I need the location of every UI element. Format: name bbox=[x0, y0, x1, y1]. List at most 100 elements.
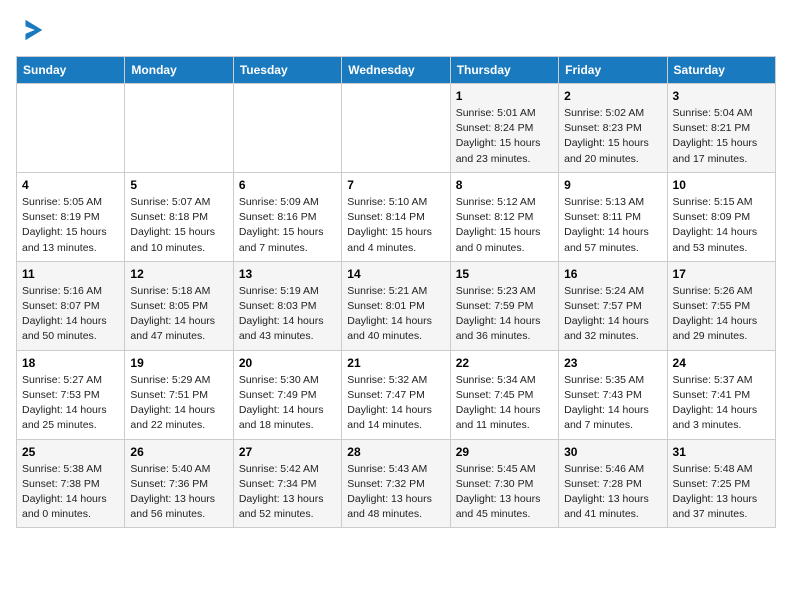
day-number: 26 bbox=[130, 445, 227, 459]
day-number: 16 bbox=[564, 267, 661, 281]
day-info: Sunrise: 5:32 AM Sunset: 7:47 PM Dayligh… bbox=[347, 373, 444, 434]
day-number: 12 bbox=[130, 267, 227, 281]
day-info: Sunrise: 5:38 AM Sunset: 7:38 PM Dayligh… bbox=[22, 462, 119, 523]
day-number: 3 bbox=[673, 89, 770, 103]
calendar-week-row: 1 Sunrise: 5:01 AM Sunset: 8:24 PM Daylig… bbox=[17, 84, 776, 173]
calendar-cell: 31 Sunrise: 5:48 AM Sunset: 7:25 PM Dayli… bbox=[667, 439, 775, 528]
calendar-week-row: 25Sunrise: 5:38 AM Sunset: 7:38 PM Dayli… bbox=[17, 439, 776, 528]
calendar-cell: 7 Sunrise: 5:10 AM Sunset: 8:14 PM Daylig… bbox=[342, 172, 450, 261]
weekday-header: Wednesday bbox=[342, 57, 450, 84]
day-number: 9 bbox=[564, 178, 661, 192]
day-info: Sunrise: 5:24 AM Sunset: 7:57 PM Dayligh… bbox=[564, 284, 661, 345]
calendar-cell: 10 Sunrise: 5:15 AM Sunset: 8:09 PM Dayli… bbox=[667, 172, 775, 261]
day-info: Sunrise: 5:29 AM Sunset: 7:51 PM Dayligh… bbox=[130, 373, 227, 434]
calendar-cell: 13 Sunrise: 5:19 AM Sunset: 8:03 PM Dayli… bbox=[233, 261, 341, 350]
day-info: Sunrise: 5:35 AM Sunset: 7:43 PM Dayligh… bbox=[564, 373, 661, 434]
calendar-cell: 3 Sunrise: 5:04 AM Sunset: 8:21 PM Daylig… bbox=[667, 84, 775, 173]
calendar-cell: 17 Sunrise: 5:26 AM Sunset: 7:55 PM Dayli… bbox=[667, 261, 775, 350]
day-info: Sunrise: 5:43 AM Sunset: 7:32 PM Dayligh… bbox=[347, 462, 444, 523]
calendar-table: SundayMondayTuesdayWednesdayThursdayFrid… bbox=[16, 56, 776, 528]
day-info: Sunrise: 5:48 AM Sunset: 7:25 PM Dayligh… bbox=[673, 462, 770, 523]
day-info: Sunrise: 5:27 AM Sunset: 7:53 PM Dayligh… bbox=[22, 373, 119, 434]
weekday-header-row: SundayMondayTuesdayWednesdayThursdayFrid… bbox=[17, 57, 776, 84]
day-number: 10 bbox=[673, 178, 770, 192]
day-info: Sunrise: 5:45 AM Sunset: 7:30 PM Dayligh… bbox=[456, 462, 553, 523]
calendar-cell bbox=[17, 84, 125, 173]
day-number: 19 bbox=[130, 356, 227, 370]
day-info: Sunrise: 5:34 AM Sunset: 7:45 PM Dayligh… bbox=[456, 373, 553, 434]
calendar-cell: 4 Sunrise: 5:05 AM Sunset: 8:19 PM Daylig… bbox=[17, 172, 125, 261]
calendar-cell: 1 Sunrise: 5:01 AM Sunset: 8:24 PM Daylig… bbox=[450, 84, 558, 173]
calendar-cell: 30 Sunrise: 5:46 AM Sunset: 7:28 PM Dayli… bbox=[559, 439, 667, 528]
day-number: 5 bbox=[130, 178, 227, 192]
weekday-header: Saturday bbox=[667, 57, 775, 84]
day-info: Sunrise: 5:23 AM Sunset: 7:59 PM Dayligh… bbox=[456, 284, 553, 345]
page-header bbox=[16, 16, 776, 44]
calendar-cell: 24 Sunrise: 5:37 AM Sunset: 7:41 PM Dayli… bbox=[667, 350, 775, 439]
day-number: 7 bbox=[347, 178, 444, 192]
day-number: 14 bbox=[347, 267, 444, 281]
day-info: Sunrise: 5:09 AM Sunset: 8:16 PM Dayligh… bbox=[239, 195, 336, 256]
weekday-header: Tuesday bbox=[233, 57, 341, 84]
day-info: Sunrise: 5:15 AM Sunset: 8:09 PM Dayligh… bbox=[673, 195, 770, 256]
calendar-cell: 18 Sunrise: 5:27 AM Sunset: 7:53 PM Dayli… bbox=[17, 350, 125, 439]
day-number: 17 bbox=[673, 267, 770, 281]
calendar-week-row: 4 Sunrise: 5:05 AM Sunset: 8:19 PM Daylig… bbox=[17, 172, 776, 261]
calendar-cell: 2Sunrise: 5:02 AM Sunset: 8:23 PM Daylig… bbox=[559, 84, 667, 173]
calendar-cell: 14 Sunrise: 5:21 AM Sunset: 8:01 PM Dayli… bbox=[342, 261, 450, 350]
day-info: Sunrise: 5:10 AM Sunset: 8:14 PM Dayligh… bbox=[347, 195, 444, 256]
day-number: 21 bbox=[347, 356, 444, 370]
day-info: Sunrise: 5:16 AM Sunset: 8:07 PM Dayligh… bbox=[22, 284, 119, 345]
calendar-cell: 16 Sunrise: 5:24 AM Sunset: 7:57 PM Dayli… bbox=[559, 261, 667, 350]
day-number: 6 bbox=[239, 178, 336, 192]
calendar-cell: 25Sunrise: 5:38 AM Sunset: 7:38 PM Dayli… bbox=[17, 439, 125, 528]
day-number: 31 bbox=[673, 445, 770, 459]
day-info: Sunrise: 5:04 AM Sunset: 8:21 PM Dayligh… bbox=[673, 106, 770, 167]
day-number: 18 bbox=[22, 356, 119, 370]
calendar-cell bbox=[342, 84, 450, 173]
day-info: Sunrise: 5:30 AM Sunset: 7:49 PM Dayligh… bbox=[239, 373, 336, 434]
calendar-cell: 20 Sunrise: 5:30 AM Sunset: 7:49 PM Dayli… bbox=[233, 350, 341, 439]
calendar-cell: 11Sunrise: 5:16 AM Sunset: 8:07 PM Dayli… bbox=[17, 261, 125, 350]
calendar-cell: 19 Sunrise: 5:29 AM Sunset: 7:51 PM Dayli… bbox=[125, 350, 233, 439]
calendar-cell: 22 Sunrise: 5:34 AM Sunset: 7:45 PM Dayli… bbox=[450, 350, 558, 439]
day-info: Sunrise: 5:26 AM Sunset: 7:55 PM Dayligh… bbox=[673, 284, 770, 345]
day-info: Sunrise: 5:18 AM Sunset: 8:05 PM Dayligh… bbox=[130, 284, 227, 345]
day-info: Sunrise: 5:21 AM Sunset: 8:01 PM Dayligh… bbox=[347, 284, 444, 345]
calendar-cell bbox=[125, 84, 233, 173]
day-info: Sunrise: 5:42 AM Sunset: 7:34 PM Dayligh… bbox=[239, 462, 336, 523]
day-info: Sunrise: 5:40 AM Sunset: 7:36 PM Dayligh… bbox=[130, 462, 227, 523]
weekday-header: Thursday bbox=[450, 57, 558, 84]
day-number: 28 bbox=[347, 445, 444, 459]
day-number: 13 bbox=[239, 267, 336, 281]
logo bbox=[16, 16, 46, 44]
calendar-cell: 9Sunrise: 5:13 AM Sunset: 8:11 PM Daylig… bbox=[559, 172, 667, 261]
day-info: Sunrise: 5:01 AM Sunset: 8:24 PM Dayligh… bbox=[456, 106, 553, 167]
weekday-header: Sunday bbox=[17, 57, 125, 84]
calendar-cell: 29 Sunrise: 5:45 AM Sunset: 7:30 PM Dayli… bbox=[450, 439, 558, 528]
calendar-cell: 26 Sunrise: 5:40 AM Sunset: 7:36 PM Dayli… bbox=[125, 439, 233, 528]
day-info: Sunrise: 5:46 AM Sunset: 7:28 PM Dayligh… bbox=[564, 462, 661, 523]
day-info: Sunrise: 5:02 AM Sunset: 8:23 PM Dayligh… bbox=[564, 106, 661, 167]
calendar-cell bbox=[233, 84, 341, 173]
calendar-cell: 8Sunrise: 5:12 AM Sunset: 8:12 PM Daylig… bbox=[450, 172, 558, 261]
day-number: 1 bbox=[456, 89, 553, 103]
day-number: 24 bbox=[673, 356, 770, 370]
day-info: Sunrise: 5:19 AM Sunset: 8:03 PM Dayligh… bbox=[239, 284, 336, 345]
day-number: 8 bbox=[456, 178, 553, 192]
day-info: Sunrise: 5:05 AM Sunset: 8:19 PM Dayligh… bbox=[22, 195, 119, 256]
day-info: Sunrise: 5:07 AM Sunset: 8:18 PM Dayligh… bbox=[130, 195, 227, 256]
day-number: 20 bbox=[239, 356, 336, 370]
calendar-cell: 21 Sunrise: 5:32 AM Sunset: 7:47 PM Dayli… bbox=[342, 350, 450, 439]
day-number: 15 bbox=[456, 267, 553, 281]
day-number: 22 bbox=[456, 356, 553, 370]
logo-arrow-icon bbox=[18, 16, 46, 44]
calendar-week-row: 11Sunrise: 5:16 AM Sunset: 8:07 PM Dayli… bbox=[17, 261, 776, 350]
weekday-header: Friday bbox=[559, 57, 667, 84]
day-number: 30 bbox=[564, 445, 661, 459]
day-number: 4 bbox=[22, 178, 119, 192]
calendar-cell: 15 Sunrise: 5:23 AM Sunset: 7:59 PM Dayli… bbox=[450, 261, 558, 350]
calendar-week-row: 18 Sunrise: 5:27 AM Sunset: 7:53 PM Dayli… bbox=[17, 350, 776, 439]
day-info: Sunrise: 5:37 AM Sunset: 7:41 PM Dayligh… bbox=[673, 373, 770, 434]
day-number: 29 bbox=[456, 445, 553, 459]
